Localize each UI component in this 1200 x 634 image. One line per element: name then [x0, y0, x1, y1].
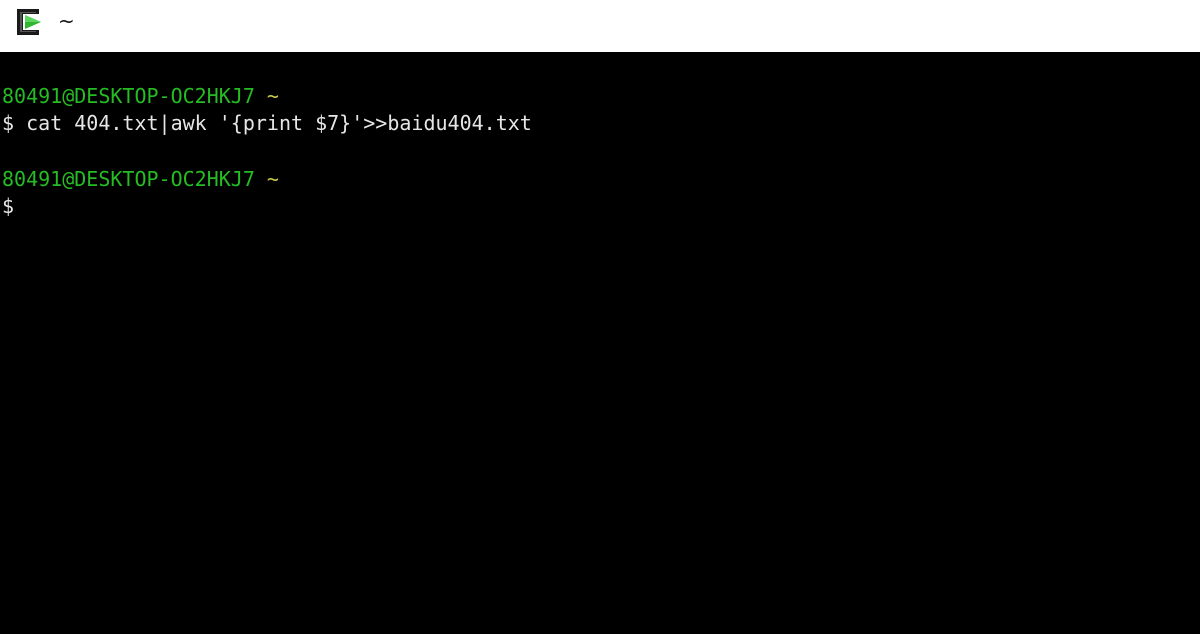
prompt-symbol: $	[2, 111, 15, 135]
terminal-output[interactable]: 80491@DESKTOP-OC2HKJ7 ~ $ cat 404.txt|aw…	[0, 52, 1200, 634]
prompt-user-host: 80491@DESKTOP-OC2HKJ7	[2, 167, 255, 191]
prompt-line: 80491@DESKTOP-OC2HKJ7 ~	[2, 165, 279, 193]
prompt-user-host: 80491@DESKTOP-OC2HKJ7	[2, 84, 255, 108]
command-line[interactable]: $	[2, 192, 26, 220]
prompt-symbol: $	[2, 194, 15, 218]
prompt-path: ~	[266, 167, 279, 191]
command-text: cat 404.txt|awk '{print $7}'>>baidu404.t…	[26, 111, 532, 135]
terminal-window: ~ 80491@DESKTOP-OC2HKJ7 ~ $ cat 404.txt|…	[0, 0, 1200, 634]
command-line: $ cat 404.txt|awk '{print $7}'>>baidu404…	[2, 109, 532, 137]
cygwin-terminal-icon	[17, 9, 41, 35]
prompt-path: ~	[266, 84, 279, 108]
title-bar[interactable]: ~	[0, 0, 1200, 52]
prompt-line: 80491@DESKTOP-OC2HKJ7 ~	[2, 82, 279, 110]
window-title: ~	[58, 9, 75, 33]
